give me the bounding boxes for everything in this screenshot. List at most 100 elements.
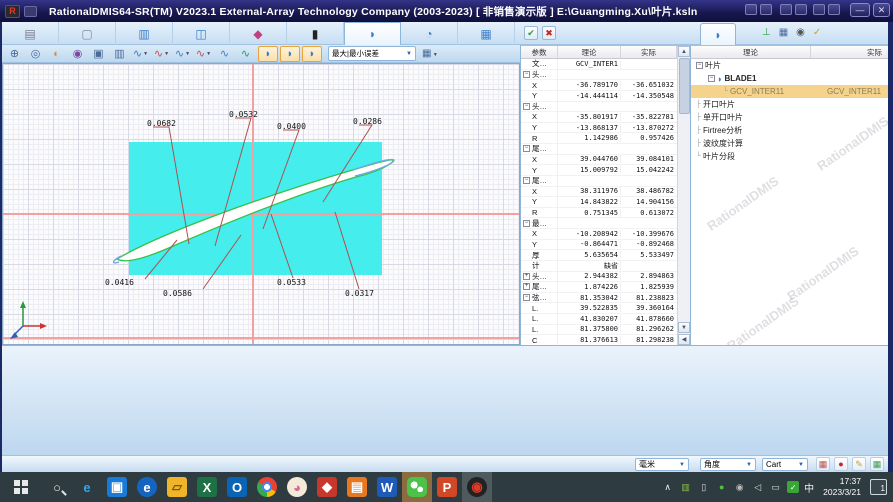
taskbar-chrome[interactable] [252,472,282,502]
tab-document[interactable]: ▢ [59,22,116,45]
fit-view-icon[interactable]: ⊕ ▼ [4,46,25,62]
alignment-status-icon[interactable]: ▦ [816,457,830,471]
scrollbar[interactable]: ▲ ▼ ◀ [677,46,690,346]
tab-blade[interactable]: ◗ [344,22,401,45]
expander-icon[interactable]: − [708,75,715,82]
grid-icon[interactable]: ▦ [779,26,788,40]
table-row[interactable]: −弦… 81.353042 81.238823 [521,293,677,304]
table-row[interactable]: Y 14.843822 14.904156 [521,197,677,208]
tab-display[interactable]: ▥ [116,22,173,45]
tab-evaluate[interactable]: ◔ [401,22,458,45]
taskbar-explorer[interactable]: ▱ [162,472,192,502]
taskbar-rationaldmis[interactable]: ◉ [462,472,492,502]
scroll-down-icon[interactable]: ▼ [678,322,690,333]
gpu-tray-icon[interactable]: ▥ [679,482,692,493]
expander-icon[interactable]: − [523,71,530,78]
table-row[interactable]: −头… [521,102,677,113]
expander-icon[interactable]: + [523,283,530,290]
tree-item[interactable]: − ◗ BLADE1 [691,72,888,85]
taskbar-search[interactable]: ○ [42,472,72,502]
expander-icon[interactable]: + [523,273,530,280]
expander-icon[interactable]: − [523,103,530,110]
wechat-tray-icon[interactable]: ● [715,482,728,493]
taskbar-qq[interactable]: ▣ [102,472,132,502]
tab-probe[interactable]: ▮ [287,22,344,45]
expander-icon[interactable]: − [523,220,530,227]
taskbar-outlook[interactable]: O [222,472,252,502]
speaker-tray-icon[interactable]: ◁ [751,482,764,493]
quick-menu-icon[interactable] [24,6,37,17]
taskbar-edge[interactable]: e [132,472,162,502]
tree-item[interactable]: ├ Firtree分析 [691,124,888,137]
start-button[interactable] [0,472,42,502]
tab-model[interactable]: ◫ [173,22,230,45]
expander-icon[interactable]: − [523,145,530,152]
tree-item[interactable]: └ GCV_INTER11 GCV_INTER11 [691,85,888,98]
camera-tray-icon[interactable]: ◉ [733,482,746,493]
camera-icon[interactable]: ◉ [796,26,805,40]
tree-col-theory[interactable]: 理论 [691,46,811,58]
table-row[interactable]: L. 41.830207 41.878660 [521,314,677,325]
tree-item[interactable]: − 叶片 [691,59,888,72]
taskbar-shield[interactable]: ◆ [312,472,342,502]
blade-report-button[interactable]: ◗ [302,46,322,62]
expander-icon[interactable]: − [696,62,703,69]
screen-icon[interactable]: ▥ ▼ [109,46,130,62]
scroll-left-icon[interactable]: ◀ [678,334,690,345]
table-row[interactable]: X 39.044760 39.084101 [521,155,677,166]
eye-icon[interactable]: ◉ ▼ [67,46,88,62]
table-row[interactable]: Y -13.868137 -13.870272 [521,123,677,134]
curve-probe-icon[interactable]: ∿ ▼ [130,46,151,62]
taskbar-word[interactable]: W [372,472,402,502]
title-tool-icons-1[interactable] [745,4,772,15]
record-icon[interactable]: ● [834,457,848,471]
notification-center-icon[interactable]: 1 [870,479,887,495]
tray-chevron-icon[interactable]: ∧ [661,482,674,493]
image-icon[interactable]: ▣ ▼ [88,46,109,62]
ime-indicator[interactable]: 中 [804,480,814,495]
tree-item[interactable]: ├ 波纹度计算 [691,137,888,150]
taskbar-powerpoint[interactable]: P [432,472,462,502]
curve-fit-icon[interactable]: ∿ ▼ [193,46,214,62]
curve-edit-icon[interactable]: ∿ ▼ [172,46,193,62]
pan-icon[interactable]: ◐ ▼ [46,46,67,62]
unit-dropdown[interactable]: 毫米▼ [635,458,689,471]
col-theory[interactable]: 理论 [558,46,621,58]
taskbar-everything[interactable]: ▤ [342,472,372,502]
taskbar-ie[interactable]: e [72,472,102,502]
taskbar-wechat[interactable] [402,472,432,502]
security-check-tray-icon[interactable]: ✓ [787,481,799,493]
table-row[interactable]: −尾… [521,176,677,187]
export-icon[interactable]: ✓ [813,26,821,40]
section-eval-icon[interactable]: ∿ ▼ [235,46,256,62]
display-tray-icon[interactable]: ▭ [769,482,782,493]
table-row[interactable]: L. 39.522835 39.360164 [521,303,677,314]
close-button[interactable]: ✕ [873,3,890,17]
pen-status-icon[interactable]: ✎ [852,457,866,471]
table-row[interactable]: X -10.208942 -10.399676 [521,229,677,240]
tab-features[interactable]: ◆ [230,22,287,45]
col-actual[interactable]: 实际 [621,46,677,58]
title-tool-icons-2[interactable] [780,4,807,15]
table-row[interactable]: −头… [521,70,677,81]
tab-output[interactable]: ▤ [2,22,59,45]
layout-icon[interactable]: ▦ ▼ [422,48,438,59]
zoom-region-icon[interactable]: ◎ ▼ [25,46,46,62]
graphics-view[interactable]: 0.0682 0.0532 0.0400 0.0286 0.0416 0.058… [2,63,520,345]
scroll-thumb[interactable] [679,58,690,114]
datapanel-confirm-icon[interactable]: ✔ [524,26,538,40]
table-row[interactable]: 厚 5.635654 5.533497 [521,250,677,261]
table-row[interactable]: L. 81.375800 81.296262 [521,325,677,336]
curve-scan-icon[interactable]: ∿ ▼ [151,46,172,62]
app-icon[interactable]: R [5,5,20,18]
datapanel-close-icon[interactable]: ✖ [542,26,556,40]
clock[interactable]: 17:37 2023/3/21 [823,476,861,497]
tree-item[interactable]: ├ 开口叶片 [691,98,888,111]
table-row[interactable]: X 38.311976 38.486782 [521,187,677,198]
tree-blade-tab[interactable]: ◗ [700,23,736,45]
table-row[interactable]: X -35.801917 -35.822781 [521,112,677,123]
table-row[interactable]: −最… [521,218,677,229]
taskbar-paint[interactable]: ◕ [282,472,312,502]
table-row[interactable]: X -36.789170 -36.651032 [521,80,677,91]
expander-icon[interactable]: − [523,294,530,301]
